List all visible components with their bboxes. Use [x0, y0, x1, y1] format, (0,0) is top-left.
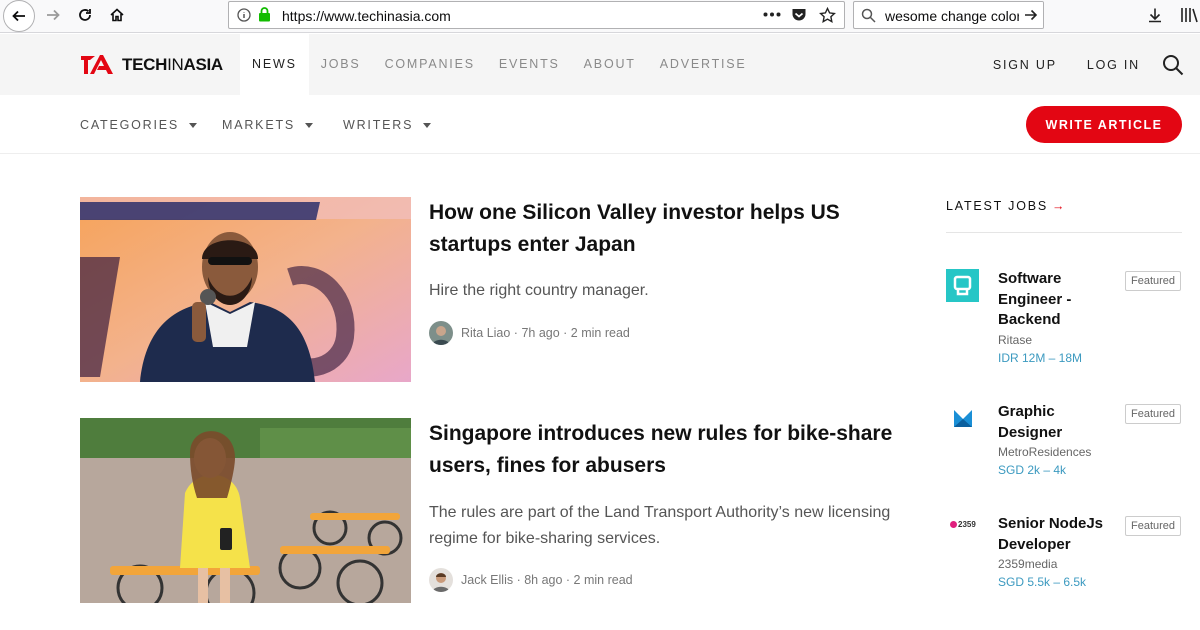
caret-down-icon	[423, 122, 432, 128]
site-header: TECHINASIA NEWS JOBS COMPANIES EVENTS AB…	[0, 34, 1200, 95]
2359media-logo: 2359	[950, 517, 980, 531]
job-salary: SGD 2k – 4k	[998, 463, 1067, 477]
job-salary: SGD 5.5k – 6.5k	[998, 575, 1087, 589]
latest-jobs-label: LATEST JOBS	[946, 199, 1049, 213]
nav-news[interactable]: NEWS	[240, 34, 309, 95]
writers-dropdown[interactable]: WRITERS	[343, 118, 432, 132]
job-salary: IDR 12M – 18M	[998, 351, 1083, 365]
ritase-logo	[946, 269, 979, 302]
nav-events[interactable]: EVENTS	[487, 34, 572, 95]
categories-dropdown[interactable]: CATEGORIES	[80, 118, 198, 132]
divider	[946, 232, 1182, 233]
arrow-left-icon	[12, 10, 25, 22]
avatar-image	[429, 568, 453, 592]
browser-toolbar: https://www.techinasia.com wesome change…	[0, 0, 1200, 33]
pocket-icon[interactable]	[791, 7, 807, 23]
featured-badge: Featured	[1125, 271, 1182, 291]
reload-button[interactable]	[68, 0, 102, 30]
job-title[interactable]: Graphic Designer	[998, 402, 1108, 443]
home-button[interactable]	[100, 0, 134, 30]
article-thumbnail[interactable]	[80, 418, 411, 603]
caret-down-icon	[189, 122, 198, 128]
arrow-right-icon	[47, 9, 60, 21]
sub-nav: CATEGORIES MARKETS WRITERS	[0, 95, 1200, 154]
author-avatar[interactable]	[429, 321, 453, 345]
arrow-right-icon: →	[1052, 199, 1065, 213]
techinasia-logo[interactable]: TECHINASIA	[80, 53, 223, 76]
job-item[interactable]: Graphic Designer MetroResidences SGD 2k …	[946, 402, 1182, 482]
download-icon[interactable]	[1147, 7, 1163, 23]
info-icon	[237, 8, 251, 22]
logo-wordmark: TECHINASIA	[122, 55, 223, 75]
search-field-value: wesome change color	[885, 8, 1022, 24]
article-byline: Jack Ellis · 8h ago · 2 min read	[461, 573, 633, 587]
article-title[interactable]: Singapore introduces new rules for bike-…	[429, 418, 899, 482]
sign-up-link[interactable]: SIGN UP	[993, 58, 1057, 72]
avatar-image	[429, 321, 453, 345]
nav-advertise[interactable]: ADVERTISE	[648, 34, 759, 95]
job-item[interactable]: 2359 Senior NodeJs Developer 2359media S…	[946, 514, 1182, 594]
url-bar[interactable]: https://www.techinasia.com	[228, 1, 845, 29]
featured-badge: Featured	[1125, 516, 1182, 536]
logo-asia: ASIA	[183, 54, 223, 74]
arrow-right-icon	[1025, 9, 1038, 21]
markets-dropdown[interactable]: MARKETS	[222, 118, 314, 132]
speaker-photo	[80, 197, 411, 382]
job-title[interactable]: Senior NodeJs Developer	[998, 514, 1108, 555]
article-thumbnail[interactable]	[80, 197, 411, 382]
log-in-link[interactable]: LOG IN	[1087, 58, 1140, 72]
page-actions-icon[interactable]	[763, 12, 781, 17]
bike-share-photo	[80, 418, 411, 603]
article-card[interactable]: How one Silicon Valley investor helps US…	[80, 197, 910, 382]
article-meta: Jack Ellis · 8h ago · 2 min read	[429, 568, 633, 592]
nav-jobs[interactable]: JOBS	[309, 34, 373, 95]
article-title[interactable]: How one Silicon Valley investor helps US…	[429, 197, 899, 261]
job-item[interactable]: Software Engineer - Backend Ritase IDR 1…	[946, 269, 1182, 369]
featured-badge: Featured	[1125, 404, 1182, 424]
nav-companies[interactable]: COMPANIES	[373, 34, 487, 95]
logo-dot-icon	[950, 520, 957, 528]
forward-button[interactable]	[36, 0, 70, 30]
article-card[interactable]: Singapore introduces new rules for bike-…	[80, 418, 910, 603]
article-subtitle: The rules are part of the Land Transport…	[429, 504, 891, 547]
lock-icon	[259, 7, 270, 22]
back-button[interactable]	[3, 0, 35, 32]
job-company: 2359media	[998, 557, 1058, 571]
job-title[interactable]: Software Engineer - Backend	[998, 269, 1108, 331]
job-company: Ritase	[998, 333, 1033, 347]
bookmark-star-icon[interactable]	[819, 7, 836, 24]
main-nav: NEWS JOBS COMPANIES EVENTS ABOUT ADVERTI…	[240, 34, 759, 95]
home-icon	[110, 8, 124, 22]
latest-jobs-link[interactable]: LATEST JOBS →	[946, 199, 1065, 213]
article-meta: Rita Liao · 7h ago · 2 min read	[429, 321, 630, 345]
markets-label: MARKETS	[222, 118, 296, 132]
reload-icon	[79, 9, 91, 21]
article-byline: Rita Liao · 7h ago · 2 min read	[461, 326, 630, 340]
url-text: https://www.techinasia.com	[282, 8, 451, 24]
logo-tech: TECH	[122, 54, 168, 74]
writers-label: WRITERS	[343, 118, 414, 132]
logo-mark-icon	[81, 55, 113, 74]
search-go-button[interactable]	[1019, 2, 1043, 28]
job-company: MetroResidences	[998, 445, 1092, 459]
caret-down-icon	[305, 122, 314, 128]
metroresidences-logo	[954, 410, 972, 427]
search-bar[interactable]: wesome change color	[853, 1, 1044, 29]
write-article-button[interactable]: WRITE ARTICLE	[1026, 106, 1182, 143]
logo-text: 2359	[958, 519, 976, 529]
search-icon	[861, 8, 876, 23]
author-avatar[interactable]	[429, 568, 453, 592]
article-subtitle: Hire the right country manager.	[429, 282, 649, 299]
categories-label: CATEGORIES	[80, 118, 180, 132]
nav-about[interactable]: ABOUT	[572, 34, 648, 95]
site-search-icon[interactable]	[1162, 54, 1184, 76]
library-icon[interactable]	[1180, 7, 1198, 23]
logo-in: IN	[167, 54, 184, 74]
